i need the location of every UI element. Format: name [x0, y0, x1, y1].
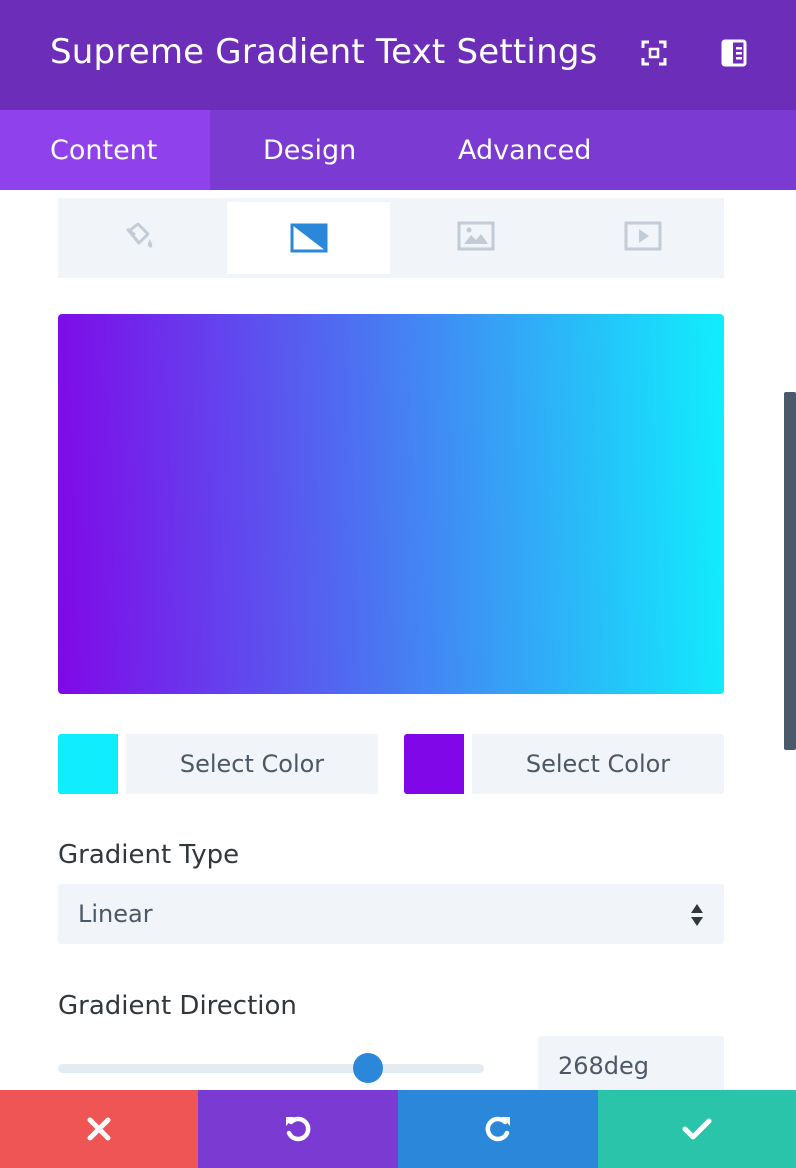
tab-design[interactable]: Design — [263, 110, 356, 190]
background-type-gradient[interactable] — [227, 202, 390, 274]
close-icon — [87, 1117, 111, 1141]
sidebar-layout-icon — [721, 39, 747, 67]
gradient-end-swatch[interactable] — [404, 734, 464, 794]
gradient-start-swatch[interactable] — [58, 734, 118, 794]
undo-button[interactable] — [198, 1090, 398, 1168]
tab-design-label: Design — [263, 134, 357, 166]
fullscreen-icon — [641, 40, 667, 66]
select-arrows-icon — [691, 904, 703, 926]
video-icon — [624, 221, 661, 251]
tab-content-label: Content — [50, 134, 158, 166]
gradient-type-value: Linear — [78, 900, 153, 928]
fullscreen-button[interactable] — [639, 38, 669, 68]
background-type-video[interactable] — [561, 198, 724, 274]
discard-button[interactable] — [0, 1090, 198, 1168]
gradient-direction-input[interactable] — [538, 1036, 724, 1096]
sidebar-layout-button[interactable] — [719, 38, 749, 68]
gradient-icon — [290, 223, 327, 253]
paint-bucket-icon — [125, 222, 152, 248]
redo-icon — [485, 1116, 510, 1142]
background-type-tabs — [58, 198, 724, 278]
gradient-type-select[interactable]: Linear — [58, 884, 724, 944]
tab-content[interactable]: Content — [0, 110, 210, 190]
gradient-preview — [58, 314, 724, 694]
gradient-end-select-color-button[interactable]: Select Color — [472, 734, 724, 794]
modal-header: Supreme Gradient Text Settings — [0, 0, 796, 110]
action-bar — [0, 1090, 796, 1168]
gradient-type-label: Gradient Type — [58, 840, 240, 870]
redo-button[interactable] — [398, 1090, 598, 1168]
save-button[interactable] — [598, 1090, 796, 1168]
image-icon — [457, 221, 494, 251]
settings-tabs: Content Design Advanced — [0, 110, 796, 190]
gradient-start-select-color-button[interactable]: Select Color — [126, 734, 378, 794]
background-type-color[interactable] — [58, 198, 221, 274]
gradient-end-color-picker[interactable]: Select Color — [404, 734, 724, 794]
gradient-direction-slider-track[interactable] — [58, 1064, 484, 1073]
gradient-direction-slider-handle[interactable] — [352, 1053, 383, 1083]
tab-advanced-label: Advanced — [458, 134, 592, 166]
background-type-image[interactable] — [394, 198, 557, 274]
check-icon — [682, 1118, 712, 1140]
tab-advanced[interactable]: Advanced — [458, 110, 591, 190]
undo-icon — [286, 1116, 311, 1142]
scrollbar-thumb[interactable] — [784, 392, 796, 750]
gradient-direction-label: Gradient Direction — [58, 991, 297, 1021]
modal-title: Supreme Gradient Text Settings — [50, 32, 598, 72]
gradient-start-color-picker[interactable]: Select Color — [58, 734, 378, 794]
